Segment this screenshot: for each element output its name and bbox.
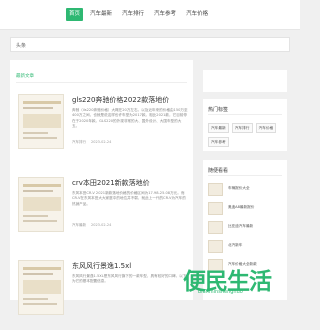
post-excerpt: 奔驰（ils220奔驰价格）大概在20万左右。以及近年来的价格由150万至400… <box>72 108 188 128</box>
post-title[interactable]: gls220奔驰价格2022款落地价 <box>72 95 169 105</box>
post-meta: 汽车排行 2023-02-24 <box>72 140 111 145</box>
divider <box>16 82 187 83</box>
random-item-title[interactable]: 比亚迪汽车最新 <box>228 224 253 229</box>
post-thumbnail[interactable] <box>18 177 64 232</box>
tag-item[interactable]: 汽车最新 <box>208 123 229 133</box>
main-content: 最新文章 gls220奔驰价格2022款落地价 奔驰（ils220奔驰价格）大概… <box>10 60 193 315</box>
post-author[interactable]: 汽车排行 <box>72 140 86 145</box>
divider <box>208 175 282 176</box>
post-item[interactable]: gls220奔驰价格2022款落地价 奔驰（ils220奔驰价格）大概在20万左… <box>18 94 189 164</box>
nav-item-latest[interactable]: 汽车最新 <box>87 8 115 21</box>
tags-title: 热门标签 <box>208 107 229 113</box>
post-title[interactable]: 东风风行景逸1.5xl <box>72 261 131 271</box>
main-nav: 首页 汽车最新 汽车排行 汽车参考 汽车价格 <box>66 8 211 21</box>
section-title: 最新文章 <box>16 74 34 79</box>
post-date: 2023-02-24 <box>91 223 112 227</box>
nav-item-ranking[interactable]: 汽车排行 <box>119 8 147 21</box>
breadcrumb-bar[interactable]: 头条 <box>10 37 290 52</box>
nav-item-reference[interactable]: 汽车参考 <box>151 8 179 21</box>
random-item-title[interactable]: 奥迪A8最新报价 <box>228 205 254 210</box>
nav-item-home[interactable]: 首页 <box>66 8 84 21</box>
random-thumbnail[interactable] <box>208 221 223 234</box>
sidebar-ad-box <box>203 70 287 92</box>
random-title: 随便看看 <box>208 168 229 174</box>
top-navbar: 首页 汽车最新 汽车排行 汽车参考 汽车价格 <box>0 0 300 30</box>
post-excerpt: 东风风行景逸1.5XL是东风风行旗下的一款车型，具有较好的口碑。以下为它的基本配… <box>72 274 187 284</box>
watermark-subtitle: bianminshenghuo <box>198 289 243 295</box>
random-item-title[interactable]: 北汽新车 <box>228 243 242 248</box>
tag-item[interactable]: 汽车价格 <box>255 123 277 133</box>
post-item[interactable]: 东风风行景逸1.5xl 东风风行景逸1.5XL是东风风行旗下的一款车型，具有较好… <box>18 260 189 330</box>
random-item-title[interactable]: 车辆报价大全 <box>228 186 250 191</box>
random-thumbnail[interactable] <box>208 202 223 215</box>
sidebar-tags: 热门标签 汽车最新 汽车排行 汽车价格 汽车参考 <box>203 99 287 151</box>
post-meta: 汽车最新 2023-02-24 <box>72 223 111 228</box>
tag-item[interactable]: 汽车排行 <box>231 123 253 133</box>
tag-list: 汽车最新 汽车排行 汽车价格 汽车参考 <box>208 123 284 147</box>
post-thumbnail[interactable] <box>18 260 64 315</box>
post-excerpt: 东风本田CR-V 2021新款落地价格的价格区间为17.98-25.08万元。而… <box>72 191 186 206</box>
tag-item[interactable]: 汽车参考 <box>208 137 229 147</box>
nav-item-price[interactable]: 汽车价格 <box>183 8 211 21</box>
post-author[interactable]: 汽车最新 <box>72 223 86 228</box>
post-date: 2023-02-24 <box>91 140 112 144</box>
post-thumbnail[interactable] <box>18 94 64 149</box>
random-thumbnail[interactable] <box>208 240 223 253</box>
post-item[interactable]: crv本田2021新款落地价 东风本田CR-V 2021新款落地价格的价格区间为… <box>18 177 189 247</box>
random-thumbnail[interactable] <box>208 183 223 196</box>
post-title[interactable]: crv本田2021新款落地价 <box>72 178 150 188</box>
divider <box>208 114 282 115</box>
